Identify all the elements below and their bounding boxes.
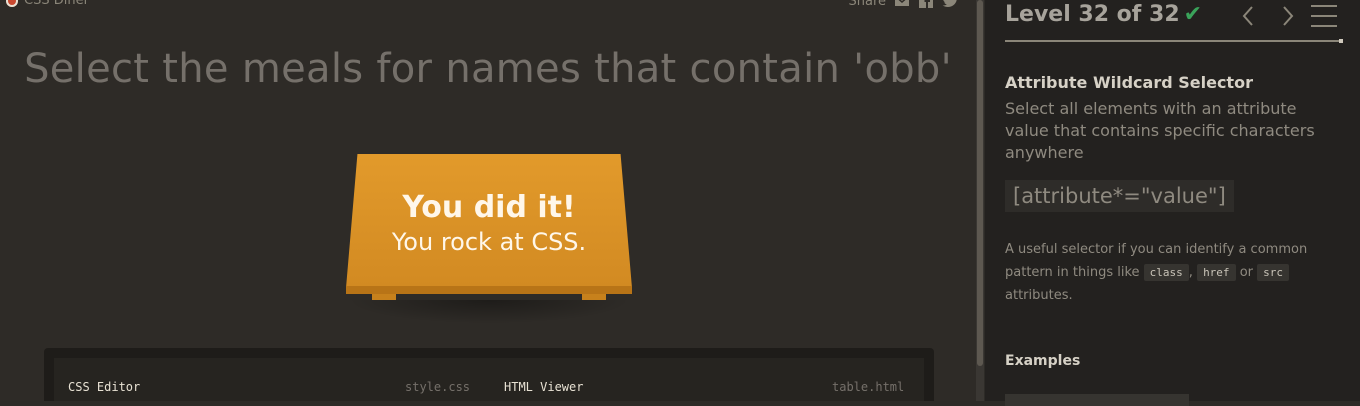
twitter-icon[interactable] <box>942 0 958 9</box>
brand[interactable]: CSS Diner <box>6 0 89 8</box>
logo-icon <box>6 0 18 7</box>
selector-description: Select all elements with an attribute va… <box>1005 99 1315 162</box>
brand-name: CSS Diner <box>24 0 89 8</box>
previous-level-button[interactable] <box>1237 4 1261 28</box>
selector-syntax: [attribute*="value"] <box>1005 180 1234 212</box>
selector-hint: A useful selector if you can identify a … <box>1005 238 1335 307</box>
checkmark-icon: ✔ <box>1183 2 1203 27</box>
selector-name: Attribute Wildcard Selector <box>1005 73 1253 92</box>
examples-title: Examples <box>1005 353 1081 369</box>
scrollbar[interactable] <box>976 0 984 401</box>
html-file-name: table.html <box>832 380 905 394</box>
dining-table: You did it! You rock at CSS. <box>346 154 632 324</box>
html-viewer-label: HTML Viewer <box>504 380 584 394</box>
success-title: You did it! <box>402 190 576 225</box>
facebook-icon[interactable] <box>918 0 934 9</box>
mail-icon[interactable] <box>894 0 910 9</box>
level-progress-bar <box>1005 40 1341 42</box>
css-editor-label: CSS Editor <box>68 380 141 394</box>
game-area: CSS Diner Share Select the meals for nam… <box>0 0 976 401</box>
hint-code-href: href <box>1197 264 1236 281</box>
hint-text-end: attributes. <box>1005 288 1073 303</box>
table-top: You did it! You rock at CSS. <box>346 154 632 288</box>
level-menu-button[interactable] <box>1311 5 1337 27</box>
table-shadow <box>346 300 632 324</box>
success-subtitle: You rock at CSS. <box>391 228 587 256</box>
hint-code-class: class <box>1143 264 1189 281</box>
scrollbar-thumb[interactable] <box>977 0 983 366</box>
share-label: Share <box>848 0 886 9</box>
level-text: Level 32 of 32 <box>1005 2 1180 27</box>
progress-marker <box>1339 39 1343 43</box>
sidebar: Level 32 of 32 ✔ Attribute Wildcard Selec… <box>985 0 1360 406</box>
level-instruction: Select the meals for names that contain … <box>24 46 952 92</box>
share-bar: Share <box>848 0 958 9</box>
hint-or: or <box>1239 265 1254 280</box>
editor-header: CSS Editor style.css HTML Viewer table.h… <box>54 358 924 401</box>
level-indicator: Level 32 of 32 ✔ <box>1005 2 1202 27</box>
next-level-button[interactable] <box>1275 4 1299 28</box>
menu-icon-line <box>1311 5 1337 7</box>
css-file-name: style.css <box>405 380 471 394</box>
table-edge <box>346 286 632 294</box>
hint-code-src: src <box>1257 264 1290 281</box>
progress-fill <box>1005 40 1341 42</box>
editor-panel: CSS Editor style.css HTML Viewer table.h… <box>44 348 934 401</box>
menu-icon-line <box>1311 15 1337 17</box>
example-code <box>1005 394 1189 406</box>
menu-icon-line <box>1311 25 1337 27</box>
hint-separator: , <box>1188 265 1193 280</box>
